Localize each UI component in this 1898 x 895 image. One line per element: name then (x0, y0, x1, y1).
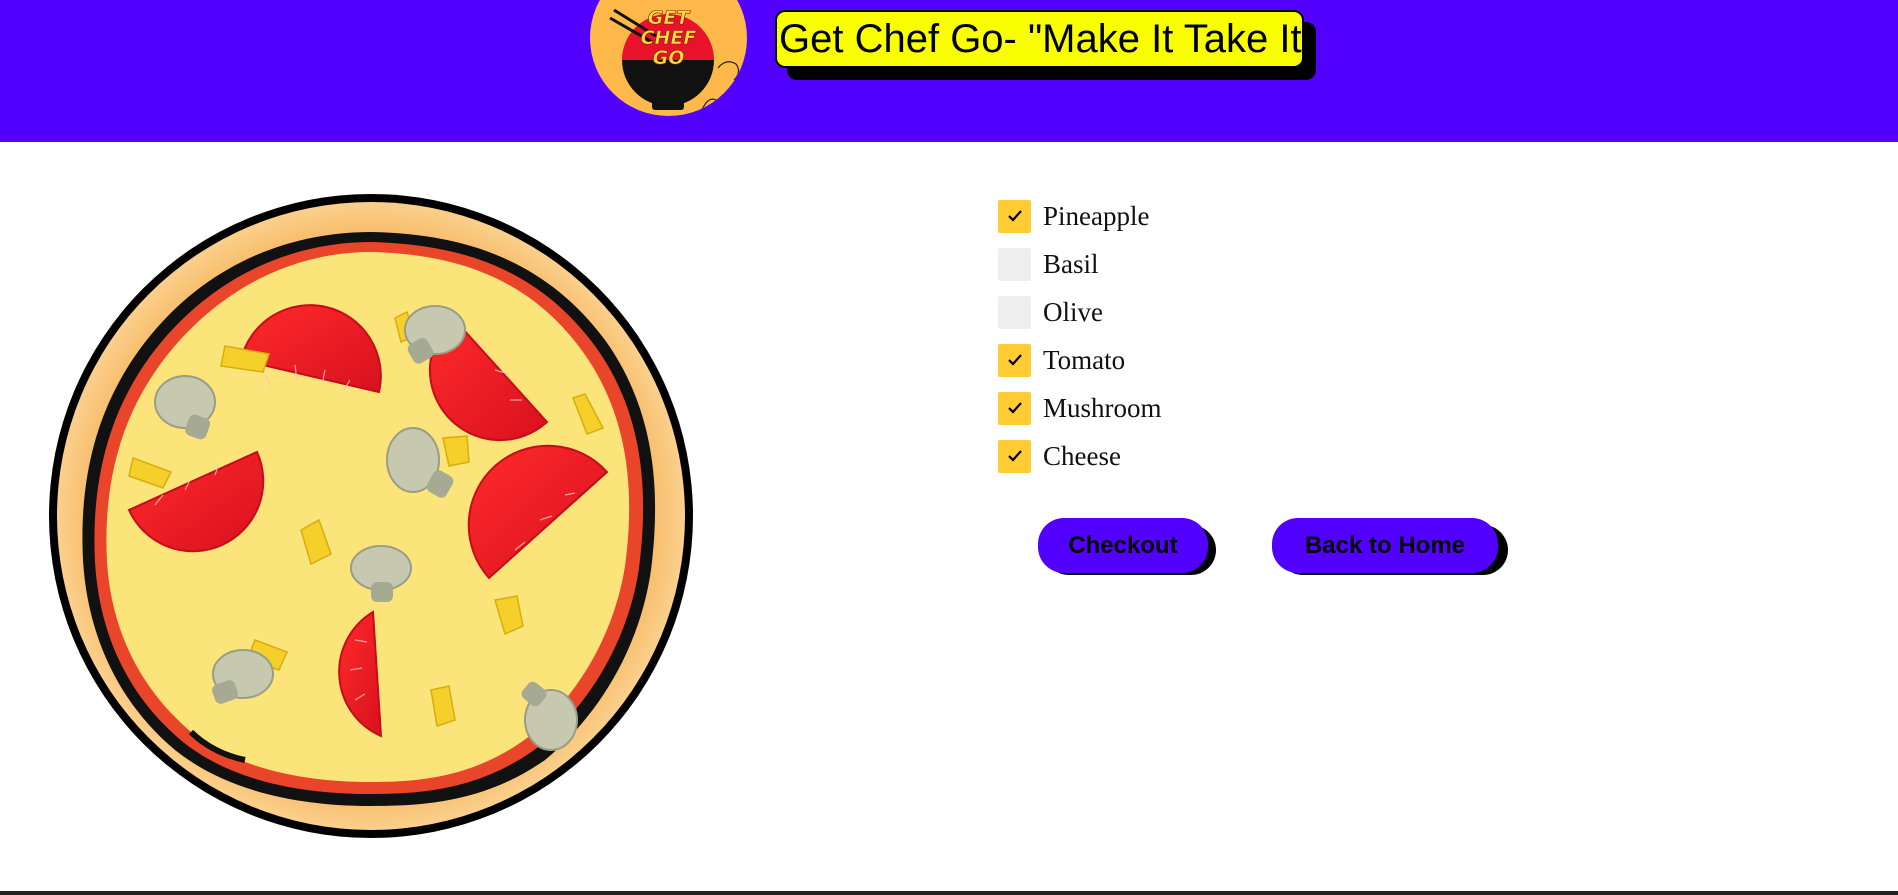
topping-label: Basil (1043, 248, 1099, 279)
topping-label: Pineapple (1043, 200, 1150, 231)
topping-label: Mushroom (1043, 392, 1162, 423)
olive-checkbox[interactable] (998, 295, 1031, 329)
topping-option-olive[interactable]: Olive (998, 288, 1162, 336)
logo-text-line-3: GO (652, 47, 685, 69)
basil-checkbox[interactable] (998, 247, 1031, 281)
checkmark-icon (1007, 354, 1022, 366)
topping-option-tomato[interactable]: Tomato (998, 336, 1162, 384)
topping-label: Tomato (1043, 344, 1126, 375)
footer-divider (0, 891, 1898, 895)
logo-text-line-2: CHEF (640, 27, 697, 49)
topping-option-mushroom[interactable]: Mushroom (998, 384, 1162, 432)
home-button-wrap: Back to Home (1272, 518, 1508, 575)
back-to-home-button[interactable]: Back to Home (1272, 518, 1498, 573)
page-title: Get Chef Go- "Make It Take It" (775, 10, 1316, 68)
topping-option-pineapple[interactable]: Pineapple (998, 192, 1162, 240)
checkmark-icon (1007, 402, 1022, 414)
mushroom-checkbox[interactable] (998, 391, 1031, 425)
topping-option-basil[interactable]: Basil (998, 240, 1162, 288)
topping-label: Olive (1043, 296, 1103, 327)
get-chef-go-logo[interactable]: GET CHEF GO (590, 0, 747, 116)
checkout-button[interactable]: Checkout (1038, 518, 1208, 573)
pizza-illustration (49, 194, 693, 838)
header-bar: GET CHEF GO Get Chef Go- "Make It Take I… (0, 0, 1898, 142)
cheese-checkbox[interactable] (998, 439, 1031, 473)
checkmark-icon (1007, 210, 1022, 222)
topping-label: Cheese (1043, 440, 1121, 471)
topping-option-cheese[interactable]: Cheese (998, 432, 1162, 480)
checkout-button-wrap: Checkout (1038, 518, 1216, 575)
checkmark-icon (1007, 450, 1022, 462)
tomato-checkbox[interactable] (998, 343, 1031, 377)
pineapple-checkbox[interactable] (998, 199, 1031, 233)
title-container: Get Chef Go- "Make It Take It" (775, 10, 1316, 80)
topping-options: Pineapple Basil Olive Tomato Mushroom Ch… (998, 192, 1162, 480)
logo-text-line-1: GET (647, 7, 690, 29)
